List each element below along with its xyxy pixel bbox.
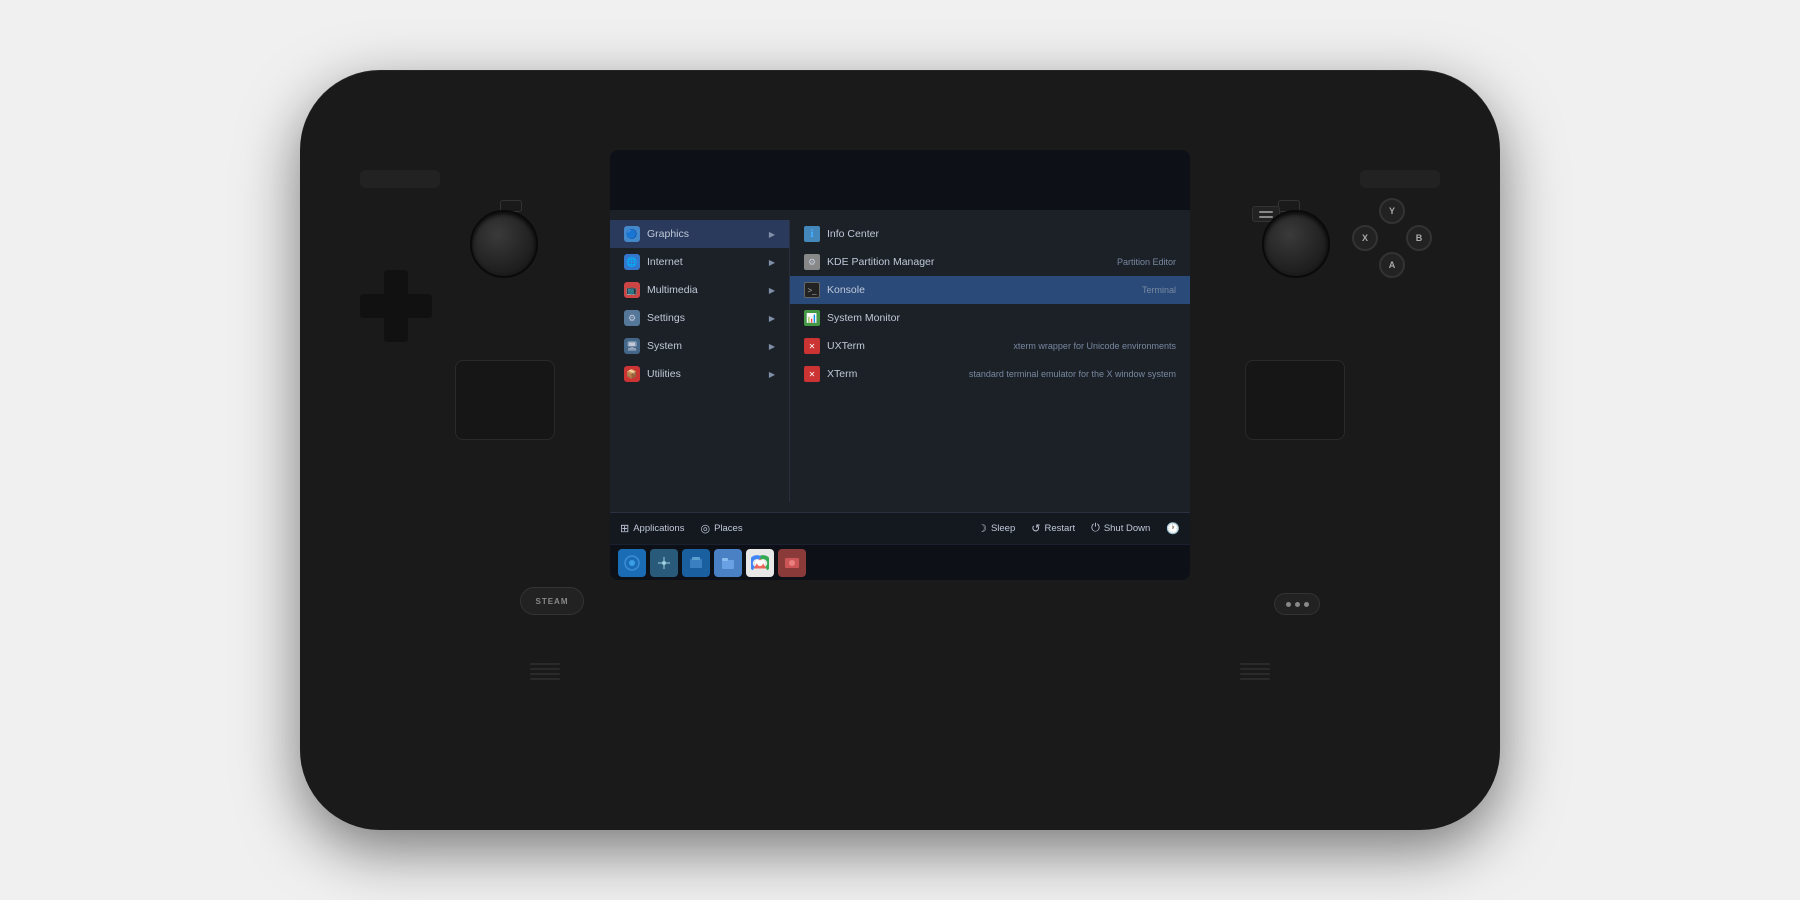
multimedia-label: Multimedia: [647, 284, 698, 296]
taskbar-screenshot[interactable]: [778, 549, 806, 577]
left-trigger[interactable]: [360, 170, 440, 188]
info-center-label: Info Center: [827, 228, 879, 240]
taskbar: [610, 544, 1190, 580]
multimedia-arrow: ▶: [769, 286, 775, 295]
utilities-arrow: ▶: [769, 370, 775, 379]
places-btn[interactable]: ◎ Places: [700, 522, 742, 535]
right-analog-stick[interactable]: [1262, 210, 1330, 278]
sleep-icon: ☽: [977, 522, 987, 535]
restart-label: Restart: [1044, 523, 1075, 534]
right-touchpad[interactable]: [1245, 360, 1345, 440]
xterm-label: XTerm: [827, 368, 857, 380]
steam-button[interactable]: STEAM: [520, 587, 584, 615]
applications-label: Applications: [633, 523, 684, 534]
screen: 🔵 Graphics ▶ 🌐 Internet ▶ 📺 Multimedia: [610, 150, 1190, 580]
utilities-icon: 📦: [624, 366, 640, 382]
left-menu: 🔵 Graphics ▶ 🌐 Internet ▶ 📺 Multimedia: [610, 220, 790, 502]
clock-icon: 🕐: [1166, 522, 1180, 535]
left-touchpad[interactable]: [455, 360, 555, 440]
taskbar-network[interactable]: [650, 549, 678, 577]
screen-bezel: 🔵 Graphics ▶ 🌐 Internet ▶ 📺 Multimedia: [610, 150, 1190, 580]
b-button[interactable]: B: [1406, 225, 1432, 251]
xterm-desc: standard terminal emulator for the X win…: [969, 369, 1176, 379]
restart-btn[interactable]: ↺ Restart: [1031, 522, 1075, 535]
konsole-label: Konsole: [827, 284, 865, 296]
right-menu: ℹ Info Center ⚙ KDE Partition Manager Pa…: [790, 220, 1190, 502]
menu-item-kde-partition[interactable]: ⚙ KDE Partition Manager Partition Editor: [790, 248, 1190, 276]
right-speaker: [1240, 663, 1270, 680]
sleep-label: Sleep: [991, 523, 1015, 534]
menu-item-graphics[interactable]: 🔵 Graphics ▶: [610, 220, 789, 248]
system-label: System: [647, 340, 682, 352]
menu-item-utilities[interactable]: 📦 Utilities ▶: [610, 360, 789, 388]
info-center-icon: ℹ: [804, 226, 820, 242]
partition-desc: Partition Editor: [1117, 257, 1176, 267]
menu-item-system[interactable]: 🖥 System ▶: [610, 332, 789, 360]
internet-icon: 🌐: [624, 254, 640, 270]
clock-btn: 🕐: [1166, 522, 1180, 535]
applications-icon: ⊞: [620, 522, 629, 535]
menu-item-info-center[interactable]: ℹ Info Center: [790, 220, 1190, 248]
y-button[interactable]: Y: [1379, 198, 1405, 224]
graphics-label: Graphics: [647, 228, 689, 240]
applications-btn[interactable]: ⊞ Applications: [620, 522, 684, 535]
menu-item-konsole[interactable]: >_ Konsole Terminal: [790, 276, 1190, 304]
menu-item-multimedia[interactable]: 📺 Multimedia ▶: [610, 276, 789, 304]
sleep-btn[interactable]: ☽ Sleep: [977, 522, 1015, 535]
konsole-desc: Terminal: [1142, 285, 1176, 295]
dpad[interactable]: [360, 270, 432, 342]
three-dot-button[interactable]: [1274, 593, 1320, 615]
uxterm-icon: ✕: [804, 338, 820, 354]
graphics-arrow: ▶: [769, 230, 775, 239]
places-label: Places: [714, 523, 743, 534]
partition-label: KDE Partition Manager: [827, 256, 934, 268]
places-icon: ◎: [700, 522, 710, 535]
internet-arrow: ▶: [769, 258, 775, 267]
konsole-icon: >_: [804, 282, 820, 298]
bottom-bar: ⊞ Applications ◎ Places ☽ Sleep ↺ Restar…: [610, 512, 1190, 544]
sysmon-icon: 📊: [804, 310, 820, 326]
xterm-icon: ✕: [804, 366, 820, 382]
sysmon-label: System Monitor: [827, 312, 900, 324]
shutdown-label: Shut Down: [1104, 523, 1150, 534]
right-trigger[interactable]: [1360, 170, 1440, 188]
menu-item-system-monitor[interactable]: 📊 System Monitor: [790, 304, 1190, 332]
multimedia-icon: 📺: [624, 282, 640, 298]
taskbar-store[interactable]: [682, 549, 710, 577]
shutdown-icon: ⏻: [1091, 522, 1100, 535]
settings-icon: ⚙: [624, 310, 640, 326]
system-icon: 🖥: [624, 338, 640, 354]
partition-icon: ⚙: [804, 254, 820, 270]
shutdown-btn[interactable]: ⏻ Shut Down: [1091, 522, 1150, 535]
internet-label: Internet: [647, 256, 683, 268]
utilities-label: Utilities: [647, 368, 681, 380]
taskbar-files[interactable]: [714, 549, 742, 577]
menu-item-uxterm[interactable]: ✕ UXTerm xterm wrapper for Unicode envir…: [790, 332, 1190, 360]
left-analog-stick[interactable]: [470, 210, 538, 278]
a-button[interactable]: A: [1379, 252, 1405, 278]
taskbar-discover[interactable]: [618, 549, 646, 577]
menu-item-settings[interactable]: ⚙ Settings ▶: [610, 304, 789, 332]
system-arrow: ▶: [769, 342, 775, 351]
uxterm-desc: xterm wrapper for Unicode environments: [1013, 341, 1176, 351]
settings-label: Settings: [647, 312, 685, 324]
left-speaker: [530, 663, 560, 680]
taskbar-chrome[interactable]: [746, 549, 774, 577]
settings-arrow: ▶: [769, 314, 775, 323]
uxterm-label: UXTerm: [827, 340, 865, 352]
menu-item-internet[interactable]: 🌐 Internet ▶: [610, 248, 789, 276]
x-button[interactable]: X: [1352, 225, 1378, 251]
restart-icon: ↺: [1031, 522, 1040, 535]
menu-item-xterm[interactable]: ✕ XTerm standard terminal emulator for t…: [790, 360, 1190, 388]
graphics-icon: 🔵: [624, 226, 640, 242]
steam-deck-device: STEAM 🔵 Graphics ▶ 🌐: [300, 70, 1500, 830]
menu-area: 🔵 Graphics ▶ 🌐 Internet ▶ 📺 Multimedia: [610, 210, 1190, 512]
